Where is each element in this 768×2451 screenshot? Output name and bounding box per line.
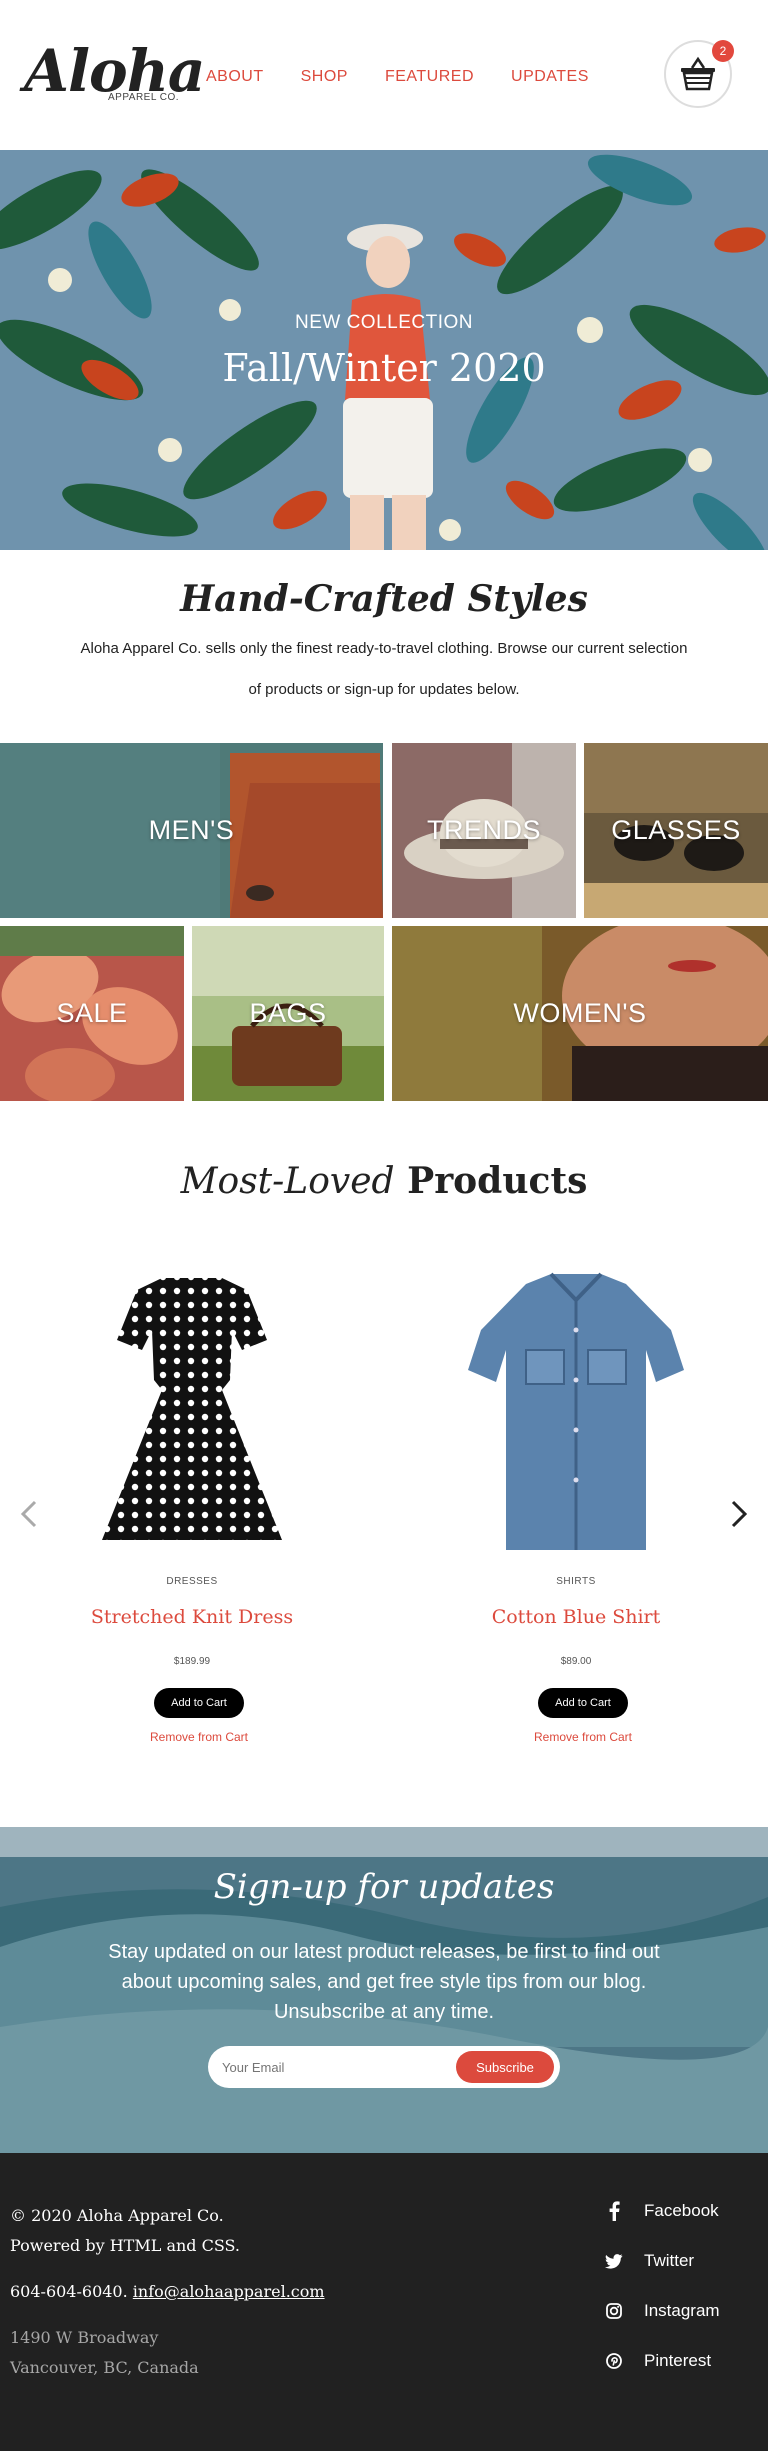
social-twitter[interactable]: Twitter	[604, 2251, 694, 2271]
chevron-left-icon	[20, 1500, 37, 1528]
twitter-icon	[604, 2251, 624, 2271]
social-label: Pinterest	[644, 2351, 712, 2370]
add-to-cart-button[interactable]: Add to Cart	[538, 1688, 628, 1718]
category-bags[interactable]: BAGS	[192, 926, 384, 1101]
signup-section: Sign-up for updates Stay updated on our …	[0, 1827, 768, 2153]
product-card: SHIRTS Cotton Blue Shirt $89.00 Add to C…	[426, 1270, 726, 1750]
category-label: BAGS	[249, 998, 327, 1028]
nav-featured[interactable]: FEATURED	[385, 68, 474, 86]
logo[interactable]: Aloha APPAREL CO.	[24, 36, 205, 106]
category-label: SALE	[56, 998, 128, 1028]
hero-eyebrow: NEW COLLECTION	[294, 312, 474, 333]
product-category: DRESSES	[166, 1576, 218, 1587]
social-label: Twitter	[644, 2251, 695, 2270]
category-glasses[interactable]: GLASSES	[584, 743, 768, 918]
category-sale[interactable]: SALE	[0, 926, 184, 1101]
footer-contact: 604-604-6040. info@alohaapparel.com	[10, 2282, 325, 2301]
facebook-icon	[604, 2201, 624, 2221]
footer-address-line2: Vancouver, BC, Canada	[10, 2358, 199, 2377]
signup-title: Sign-up for updates	[213, 1867, 555, 1907]
nav-updates[interactable]: UPDATES	[511, 68, 589, 86]
product-category: SHIRTS	[556, 1576, 596, 1587]
instagram-icon	[604, 2301, 624, 2321]
pinterest-icon	[604, 2351, 624, 2371]
footer-copyright: © 2020 Aloha Apparel Co.	[10, 2206, 224, 2225]
product-card: DRESSES Stretched Knit Dress $189.99 Add…	[42, 1270, 342, 1750]
denim-shirt-image	[468, 1272, 684, 1550]
remove-from-cart-link[interactable]: Remove from Cart	[42, 1730, 356, 1744]
hero-banner: NEW COLLECTION Fall/Winter 2020	[0, 150, 768, 550]
nav-shop[interactable]: SHOP	[301, 68, 348, 86]
social-instagram[interactable]: Instagram	[604, 2301, 720, 2321]
carousel-prev-button[interactable]	[14, 1496, 44, 1532]
logo-subtitle: APPAREL CO.	[108, 92, 180, 103]
product-name[interactable]: Cotton Blue Shirt	[426, 1606, 726, 1628]
signup-text: Stay updated on our latest product relea…	[108, 1941, 660, 2023]
category-label: WOMEN'S	[513, 998, 647, 1028]
carousel-next-button[interactable]	[724, 1496, 754, 1532]
category-label: TRENDS	[426, 815, 541, 845]
product-image[interactable]	[72, 1270, 312, 1560]
category-label: MEN'S	[148, 815, 235, 845]
category-trends[interactable]: TRENDS	[392, 743, 576, 918]
remove-from-cart-link[interactable]: Remove from Cart	[426, 1730, 740, 1744]
footer-powered: Powered by HTML and CSS.	[10, 2236, 241, 2255]
intro-text: Aloha Apparel Co. sells only the finest …	[80, 640, 688, 698]
hero-title: Fall/Winter 2020	[222, 346, 546, 390]
product-name[interactable]: Stretched Knit Dress	[42, 1606, 342, 1628]
site-header: Aloha APPAREL CO. ABOUT SHOP FEATURED UP…	[0, 0, 768, 150]
products-section-title: Most-Loved Products	[0, 1160, 768, 1202]
product-price: $89.00	[560, 1656, 592, 1667]
category-womens[interactable]: WOMEN'S	[392, 926, 768, 1101]
main-nav: ABOUT SHOP FEATURED UPDATES	[206, 68, 589, 86]
subscribe-button[interactable]: Subscribe	[456, 2051, 554, 2083]
social-facebook[interactable]: Facebook	[604, 2201, 719, 2221]
social-label: Instagram	[644, 2301, 720, 2320]
products-title-italic: Most-Loved	[180, 1161, 395, 1202]
footer-address-line1: 1490 W Broadway	[10, 2328, 159, 2347]
polka-dot-dress-image	[102, 1278, 282, 1540]
nav-about[interactable]: ABOUT	[206, 68, 264, 86]
cart-count-badge: 2	[712, 40, 734, 62]
products-title-bold: Products	[407, 1160, 588, 1202]
basket-icon	[681, 56, 715, 91]
category-mens[interactable]: MEN'S	[0, 743, 383, 918]
product-price: $189.99	[173, 1656, 211, 1667]
product-image[interactable]	[456, 1270, 696, 1560]
intro-title: Hand-Crafted Styles	[180, 578, 588, 620]
add-to-cart-button[interactable]: Add to Cart	[154, 1688, 244, 1718]
social-label: Facebook	[644, 2201, 719, 2220]
email-input[interactable]	[222, 2052, 442, 2082]
footer-email-link[interactable]: info@alohaapparel.com	[133, 2282, 325, 2301]
footer-phone[interactable]: 604-604-6040.	[10, 2282, 128, 2301]
site-footer: © 2020 Aloha Apparel Co. Powered by HTML…	[0, 2153, 768, 2451]
cart-button[interactable]: 2	[664, 40, 734, 108]
signup-form: Subscribe	[208, 2046, 560, 2088]
social-pinterest[interactable]: Pinterest	[604, 2351, 711, 2371]
chevron-right-icon	[731, 1500, 748, 1528]
category-label: GLASSES	[611, 815, 741, 845]
